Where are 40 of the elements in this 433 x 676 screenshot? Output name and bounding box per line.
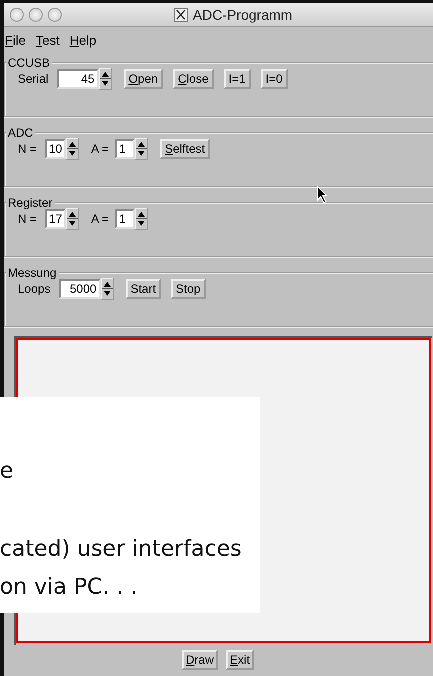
pointer-icon: [317, 186, 329, 204]
push-button[interactable]: Exit: [226, 650, 254, 670]
field-label: A =: [91, 142, 110, 156]
field-label: A =: [91, 212, 110, 226]
spin-arrows-icon[interactable]: [66, 138, 80, 160]
push-button[interactable]: Start: [126, 279, 162, 299]
field-label: N =: [18, 142, 38, 156]
group-title: CCUSB: [7, 56, 52, 70]
number-field[interactable]: 17: [45, 209, 66, 229]
x-icon: [174, 8, 188, 22]
number-field[interactable]: 1: [115, 139, 136, 159]
push-button[interactable]: Selftest: [160, 139, 210, 159]
spin-arrows-icon[interactable]: [66, 208, 80, 230]
group-title: Messung: [7, 266, 58, 280]
slide-text: on via PC. . .: [0, 575, 138, 600]
menu-item[interactable]: Help: [68, 33, 98, 50]
group-title: Register: [7, 196, 54, 210]
push-button[interactable]: Draw: [182, 650, 218, 670]
spin-arrows-icon[interactable]: [98, 68, 112, 90]
number-field[interactable]: 1: [115, 209, 136, 229]
slide-text: e: [0, 459, 14, 484]
push-button[interactable]: Stop: [171, 279, 206, 299]
spin-arrows-icon[interactable]: [100, 278, 114, 300]
field-label: N =: [18, 212, 38, 226]
push-button[interactable]: Close: [173, 69, 214, 89]
push-button[interactable]: Open: [124, 69, 164, 89]
slide-text: cated) user interfaces: [0, 537, 242, 562]
push-button[interactable]: I=1: [224, 69, 251, 89]
number-field[interactable]: 5000: [58, 279, 101, 299]
field-label: Serial: [18, 72, 49, 86]
spin-arrows-icon[interactable]: [135, 208, 148, 230]
spin-arrows-icon[interactable]: [135, 138, 148, 160]
menu-item[interactable]: File: [4, 33, 27, 50]
push-button[interactable]: I=0: [260, 69, 288, 89]
menu-item[interactable]: Test: [34, 33, 61, 50]
number-field[interactable]: 10: [45, 139, 66, 159]
number-field[interactable]: 45: [56, 69, 99, 89]
window-title: ADC-Programm: [193, 7, 293, 23]
field-label: Loops: [18, 282, 51, 296]
group-title: ADC: [7, 126, 34, 140]
